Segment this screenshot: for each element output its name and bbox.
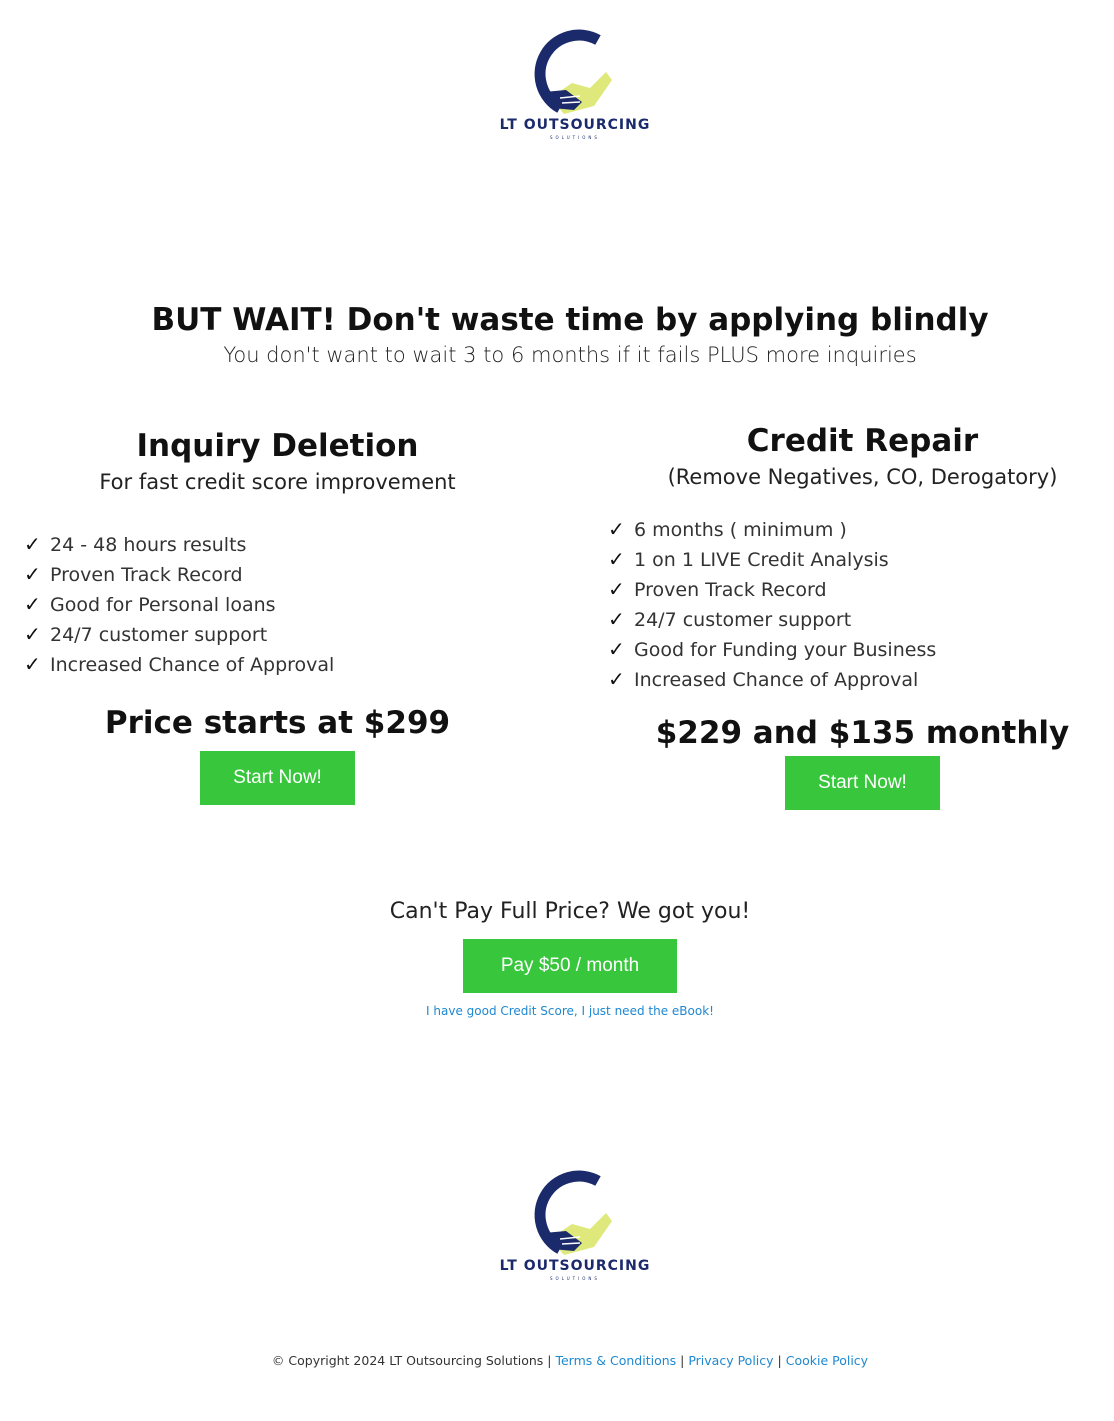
hero-headline: BUT WAIT! Don't waste time by applying b… — [151, 302, 989, 338]
inquiry-deletion-price: Price starts at $299 — [104, 705, 451, 741]
footer-bar: © Copyright 2024 LT Outsourcing Solution… — [0, 1353, 1114, 1368]
list-item: ✓ Proven Track Record — [608, 574, 1108, 604]
credit-repair-start-button[interactable]: Start Now! — [785, 756, 940, 810]
logo-wordmark: LT OUTSOURCING — [499, 117, 651, 133]
footer-logo[interactable]: LT OUTSOURCING SOLUTIONS — [490, 1169, 660, 1289]
checkmark-icon: ✓ — [608, 517, 625, 541]
inquiry-deletion-subtitle: For fast credit score improvement — [99, 470, 456, 494]
privacy-policy-link[interactable]: Privacy Policy — [688, 1353, 773, 1368]
list-item: ✓ 24/7 customer support — [24, 619, 524, 649]
list-item: ✓ 24/7 customer support — [608, 604, 1108, 634]
logo-tagline: SOLUTIONS — [550, 1276, 600, 1281]
inquiry-deletion-start-button[interactable]: Start Now! — [200, 751, 355, 805]
inquiry-deletion-price-block: Price starts at $299 — [20, 705, 535, 741]
hero-subhead: You don't want to wait 3 to 6 months if … — [223, 343, 917, 367]
footer-separator: | — [777, 1353, 782, 1368]
credit-repair-price: $229 and $135 monthly — [655, 715, 1070, 751]
handshake-logo-icon — [534, 1170, 612, 1255]
list-item: ✓ Good for Personal loans — [24, 589, 524, 619]
header-logo[interactable]: LT OUTSOURCING SOLUTIONS — [490, 28, 660, 148]
footer-separator: | — [547, 1353, 552, 1368]
inquiry-deletion-title: Inquiry Deletion — [136, 428, 419, 464]
credit-repair-subtitle: (Remove Negatives, CO, Derogatory) — [667, 465, 1058, 489]
credit-repair-features: ✓ 6 months ( minimum ) ✓ 1 on 1 LIVE Credi… — [608, 514, 1108, 694]
terms-link[interactable]: Terms & Conditions — [555, 1353, 676, 1368]
list-item: ✓ Increased Chance of Approval — [24, 649, 524, 679]
list-item: ✓ Proven Track Record — [24, 559, 524, 589]
pay-monthly-button[interactable]: Pay $50 / month — [463, 939, 677, 993]
copyright-text: © Copyright 2024 LT Outsourcing Solution… — [271, 1353, 544, 1368]
checkmark-icon: ✓ — [24, 652, 41, 676]
credit-repair-header: Credit Repair (Remove Negatives, CO, Der… — [610, 423, 1114, 489]
list-item: ✓ Good for Funding your Business — [608, 634, 1108, 664]
checkmark-icon: ✓ — [608, 577, 625, 601]
cookie-policy-link[interactable]: Cookie Policy — [786, 1353, 868, 1368]
inquiry-deletion-header: Inquiry Deletion For fast credit score i… — [20, 428, 535, 494]
inquiry-deletion-features: ✓ 24 - 48 hours results ✓ Proven Track Rec… — [24, 529, 524, 679]
credit-repair-price-block: $229 and $135 monthly — [610, 715, 1114, 751]
checkmark-icon: ✓ — [608, 667, 625, 691]
checkmark-icon: ✓ — [24, 592, 41, 616]
footer-separator: | — [680, 1353, 685, 1368]
checkmark-icon: ✓ — [608, 637, 625, 661]
payment-plan-prompt: Can't Pay Full Price? We got you! — [389, 899, 751, 924]
handshake-logo-icon — [534, 29, 612, 114]
list-item: ✓ 6 months ( minimum ) — [608, 514, 1108, 544]
logo-tagline: SOLUTIONS — [550, 135, 600, 140]
ebook-link[interactable]: I have good Credit Score, I just need th… — [0, 1004, 1114, 1018]
checkmark-icon: ✓ — [24, 622, 41, 646]
list-item: ✓ Increased Chance of Approval — [608, 664, 1108, 694]
checkmark-icon: ✓ — [608, 607, 625, 631]
checkmark-icon: ✓ — [24, 532, 41, 556]
logo-wordmark: LT OUTSOURCING — [499, 1258, 651, 1274]
list-item: ✓ 24 - 48 hours results — [24, 529, 524, 559]
checkmark-icon: ✓ — [24, 562, 41, 586]
credit-repair-title: Credit Repair — [746, 423, 979, 459]
list-item: ✓ 1 on 1 LIVE Credit Analysis — [608, 544, 1108, 574]
checkmark-icon: ✓ — [608, 547, 625, 571]
